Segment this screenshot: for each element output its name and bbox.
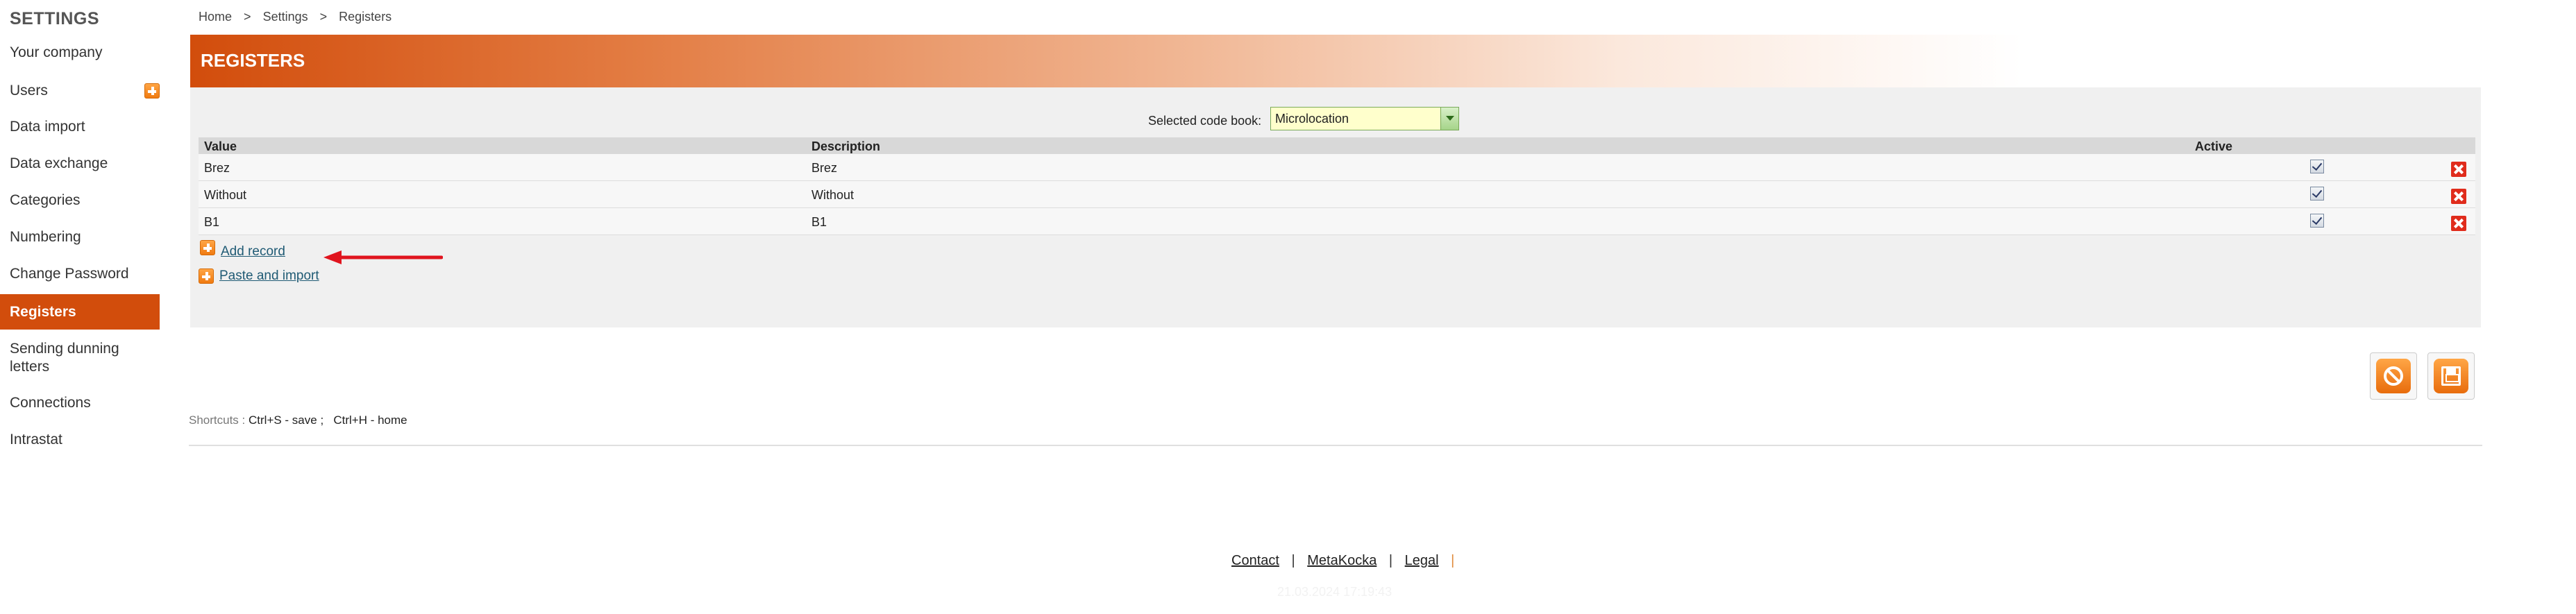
footer-separator: | [1451, 553, 1455, 568]
dropdown-arrow-icon[interactable] [1440, 108, 1458, 130]
breadcrumb-separator: > [244, 10, 251, 24]
sidebar-item-connections[interactable]: Connections [0, 395, 160, 411]
delete-icon[interactable] [2451, 189, 2466, 204]
sidebar-item-categories[interactable]: Categories [0, 192, 160, 209]
breadcrumb: Home > Settings > Registers [199, 10, 400, 24]
sidebar-item-label: Users [10, 83, 48, 99]
footer-separator: | [1291, 553, 1295, 568]
row-value[interactable]: Brez [204, 161, 230, 176]
footer-separator: | [1388, 553, 1393, 568]
column-header-description: Description [811, 139, 881, 153]
registers-panel: Selected code book: Microlocation Value … [190, 87, 2481, 327]
row-value[interactable]: B1 [204, 215, 219, 230]
active-checkbox[interactable] [2310, 187, 2324, 201]
shortcut-save: Ctrl+S - save ; [249, 413, 324, 427]
add-record-link[interactable]: Add record [221, 244, 285, 259]
add-record-plus-icon[interactable] [200, 240, 215, 255]
sidebar-item-data-import[interactable]: Data import [0, 119, 160, 135]
shortcuts-label: Shortcuts : [189, 413, 246, 427]
annotation-arrow-icon [323, 250, 443, 264]
row-description[interactable]: B1 [811, 215, 827, 230]
table-header: Value Description Active [199, 137, 2475, 154]
sidebar-item-numbering[interactable]: Numbering [0, 229, 160, 246]
save-button[interactable] [2427, 352, 2475, 400]
sidebar-item-registers[interactable]: Registers [0, 294, 160, 330]
shortcut-home: Ctrl+H - home [333, 413, 407, 427]
registers-table: Value Description Active Brez Brez Witho… [199, 137, 2475, 235]
codebook-select[interactable]: Microlocation [1270, 107, 1459, 130]
active-checkbox[interactable] [2310, 160, 2324, 173]
table-row: Brez Brez [199, 154, 2475, 181]
page-header-banner: REGISTERS [190, 35, 2023, 87]
active-checkbox[interactable] [2310, 214, 2324, 228]
breadcrumb-home[interactable]: Home [199, 10, 232, 24]
delete-icon[interactable] [2451, 162, 2466, 177]
cancel-button[interactable] [2370, 352, 2417, 400]
sidebar-item-change-password[interactable]: Change Password [0, 266, 160, 282]
breadcrumb-current: Registers [339, 10, 392, 24]
add-user-plus-icon[interactable] [144, 83, 160, 99]
divider [189, 445, 2482, 446]
table-row: B1 B1 [199, 208, 2475, 235]
save-button-face [2434, 359, 2468, 393]
paste-import-plus-icon[interactable] [199, 268, 214, 284]
row-description[interactable]: Without [811, 188, 854, 203]
page-title: REGISTERS [201, 50, 305, 71]
shortcuts-hint: Shortcuts : Ctrl+S - save ; Ctrl+H - hom… [189, 413, 407, 427]
footer-link-contact[interactable]: Contact [1231, 553, 1279, 568]
table-row: Without Without [199, 181, 2475, 208]
codebook-row: Selected code book: Microlocation [190, 107, 2481, 136]
footer-link-legal[interactable]: Legal [1405, 553, 1439, 568]
footer-link-metakocka[interactable]: MetaKocka [1307, 553, 1377, 568]
sidebar-item-sending-dunning-letters[interactable]: Sending dunning letters [0, 340, 139, 376]
codebook-selected-value: Microlocation [1275, 112, 1349, 126]
codebook-label: Selected code book: [1148, 114, 1262, 128]
row-description[interactable]: Brez [811, 161, 837, 176]
column-header-active: Active [2195, 139, 2233, 153]
sidebar-title: SETTINGS [10, 9, 100, 28]
column-header-value: Value [204, 139, 237, 153]
cancel-button-face [2376, 359, 2411, 393]
row-value[interactable]: Without [204, 188, 246, 203]
breadcrumb-separator: > [319, 10, 328, 24]
sidebar-item-users[interactable]: Users [0, 83, 160, 99]
paste-import-link[interactable]: Paste and import [219, 268, 319, 284]
footer: Contact | MetaKocka | Legal | [1231, 553, 1463, 569]
save-icon [2441, 366, 2461, 386]
cancel-icon [2384, 366, 2403, 386]
sidebar-item-intrastat[interactable]: Intrastat [0, 432, 160, 448]
sidebar-item-data-exchange[interactable]: Data exchange [0, 155, 160, 172]
delete-icon[interactable] [2451, 216, 2466, 231]
footer-timestamp: 21.03.2024 17:19:43 [1277, 585, 1392, 599]
sidebar-item-your-company[interactable]: Your company [0, 44, 160, 61]
breadcrumb-settings[interactable]: Settings [263, 10, 308, 24]
